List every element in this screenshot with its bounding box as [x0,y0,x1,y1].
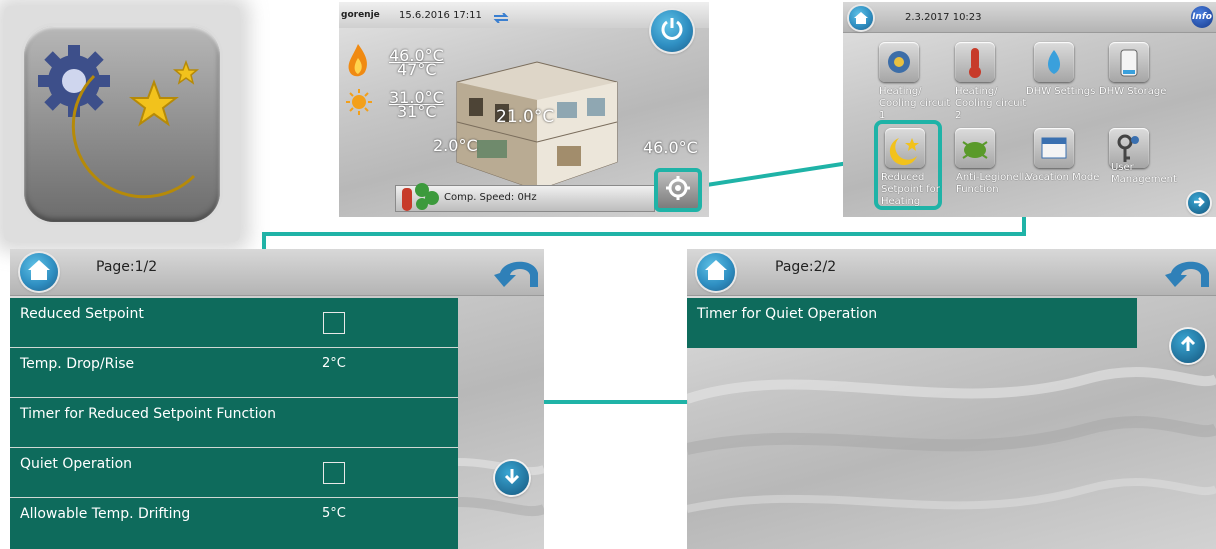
setting-row-allowable-temp-drifting[interactable]: Allowable Temp. Drifting 5°C [10,498,458,549]
status-bar: Comp. Speed: 0Hz [395,183,655,212]
left-zone-temp: 2.0°C [433,136,478,155]
settings-button[interactable] [654,168,702,212]
power-button[interactable] [651,10,693,52]
scroll-down-button[interactable] [495,461,529,495]
setting-label: Temp. Drop/Rise [20,356,135,372]
connection-icon [493,8,509,24]
setting-row-timer-reduced-setpoint[interactable]: Timer for Reduced Setpoint Function [10,398,458,448]
datetime: 2.3.2017 10:23 [905,12,982,23]
reduced-setpoint-page-1: Page:1/2 Reduced Setpoint Temp. Drop/Ris… [10,249,544,549]
dhw-storage-icon[interactable] [1109,42,1149,82]
datetime: 15.6.2016 17:11 [399,10,482,21]
home-icon [705,260,727,284]
dhw-settings-icon[interactable] [1034,42,1074,82]
scroll-up-button[interactable] [1171,329,1205,363]
heating-circuit-2-icon[interactable] [955,42,995,82]
reduced-setpoint-checkbox[interactable] [323,312,345,334]
home-button[interactable] [697,253,735,291]
sun-icon [345,88,373,120]
menu-item-label[interactable]: Vacation Mode [1026,172,1099,184]
home-icon [28,260,50,284]
menu-item-label[interactable]: User Management [1111,162,1183,186]
home-button[interactable] [849,6,873,30]
setting-label: Quiet Operation [20,456,133,472]
setting-label: Timer for Reduced Setpoint Function [20,406,276,422]
dhw-temp-actual: 47°C [397,60,437,79]
page-indicator: Page:1/2 [96,259,158,275]
heat-pump-icon [400,180,440,216]
setting-row-reduced-setpoint[interactable]: Reduced Setpoint [10,298,458,348]
menu-item-label[interactable]: Anti-Legionella Function [956,172,1032,196]
menu-item-label[interactable]: Heating/ Cooling circuit 1 [879,86,951,122]
arrow-up-icon [1179,335,1197,357]
settings-menu-screen: 2.3.2017 10:23 Info Heating/ Cooling cir… [843,2,1216,217]
comp-speed: Comp. Speed: 0Hz [444,192,537,203]
menu-item-label[interactable]: Heating/ Cooling circuit 2 [955,86,1027,122]
arrow-down-icon [503,467,521,489]
home-button[interactable] [20,253,58,291]
quiet-operation-checkbox[interactable] [323,462,345,484]
menu-item-label[interactable]: Reduced Setpoint for Heating [881,172,945,208]
gear-icon [665,175,691,205]
setting-label: Reduced Setpoint [20,306,144,322]
undo-arrow-icon [1165,261,1209,287]
power-icon [659,16,685,46]
flame-icon [345,42,371,82]
right-zone-temp: 46.0°C [643,138,698,157]
undo-arrow-icon [494,261,538,287]
setting-label: Allowable Temp. Drifting [20,506,191,522]
setting-value[interactable]: 5°C [322,506,346,521]
setting-label: Timer for Quiet Operation [697,306,878,322]
info-button[interactable]: Info [1191,6,1213,28]
back-button[interactable] [1165,255,1215,295]
outdoor-temp-actual: 31°C [397,102,437,121]
reduced-setpoint-icon[interactable] [885,128,925,168]
page-indicator: Page:2/2 [775,259,837,275]
setting-row-timer-quiet-operation[interactable]: Timer for Quiet Operation [687,298,1137,348]
reduced-setpoint-page-2: Page:2/2 Timer for Quiet Operation [687,249,1216,549]
menu-item-label[interactable]: DHW Settings [1026,86,1095,98]
setting-value[interactable]: 2°C [322,356,346,371]
info-label: Info [1192,12,1212,22]
reduced-setpoint-large-icon [4,6,240,242]
next-page-button[interactable] [1188,192,1210,214]
setting-row-quiet-operation[interactable]: Quiet Operation [10,448,458,498]
menu-item-label[interactable]: DHW Storage [1099,86,1166,98]
arrow-right-icon [1192,194,1206,213]
vacation-mode-icon[interactable] [1034,128,1074,168]
setting-row-temp-drop-rise[interactable]: Temp. Drop/Rise 2°C [10,348,458,398]
back-button[interactable] [494,255,544,295]
heating-circuit-1-icon[interactable] [879,42,919,82]
home-icon [854,9,868,28]
house-overview-screen: gorenje 15.6.2016 17:11 46.0°C 47°C 31.0… [339,2,709,217]
brand-logo: gorenje [341,10,380,20]
room-temp: 21.0°C [496,107,555,127]
anti-legionella-icon[interactable] [955,128,995,168]
